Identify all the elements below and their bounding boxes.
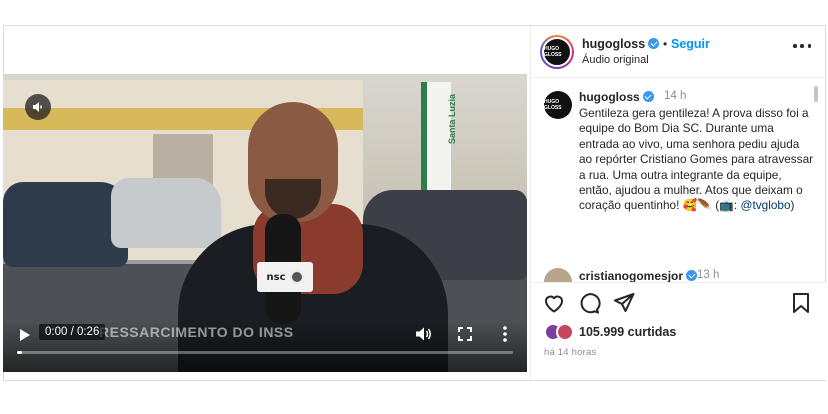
- avatar-logo-text: HUGO GLOSS: [542, 37, 572, 67]
- liker-avatars[interactable]: [544, 323, 576, 341]
- mic-flag: nsc: [257, 262, 313, 292]
- comment-time: 13 h: [697, 269, 720, 281]
- video-car: [3, 182, 128, 267]
- caption-credit-suffix: ): [790, 198, 795, 213]
- volume-muted-icon: [33, 102, 42, 112]
- author-username-text: hugogloss: [582, 37, 646, 51]
- fullscreen-button[interactable]: [457, 326, 473, 342]
- follow-button[interactable]: Seguir: [671, 37, 710, 51]
- liker-avatar: [556, 323, 574, 341]
- globo-logo-icon: [289, 270, 304, 284]
- volume-button[interactable]: [415, 326, 433, 342]
- comments-section[interactable]: HUGO GLOSS hugogloss 14 h Gentileza gera…: [531, 78, 826, 278]
- comment-username[interactable]: cristianogomesjor: [579, 269, 698, 283]
- caption-avatar[interactable]: HUGO GLOSS: [544, 91, 572, 119]
- video-car: [111, 178, 221, 248]
- verified-badge-icon: [642, 91, 654, 102]
- comment-icon[interactable]: [577, 291, 601, 315]
- audio-link[interactable]: Áudio original: [582, 54, 649, 66]
- separator-dot: •: [663, 37, 668, 51]
- likes-count[interactable]: 105.999 curtidas: [579, 325, 676, 339]
- play-button[interactable]: [17, 327, 33, 343]
- share-icon[interactable]: [612, 291, 636, 315]
- video-player[interactable]: Santa Luzia nsc RESSARCIMENTO DO INSS 0:…: [3, 74, 527, 372]
- caption-time: 14 h: [664, 90, 687, 102]
- fullscreen-icon: [458, 327, 472, 341]
- bookmark-icon[interactable]: [789, 291, 813, 315]
- verified-badge-icon: [648, 38, 660, 49]
- post-actions: 105.999 curtidas há 14 horas: [531, 282, 826, 380]
- video-time-display: 0:00 / 0:26: [39, 324, 106, 340]
- caption-body: Gentileza gera gentileza! A prova disso …: [579, 106, 814, 213]
- post-side-panel: HUGO GLOSS hugogloss • Seguir Áudio orig…: [530, 26, 826, 380]
- author-username[interactable]: hugogloss: [582, 37, 660, 51]
- play-icon: [20, 329, 30, 341]
- volume-icon: [416, 327, 431, 341]
- caption-mention-link[interactable]: @tvglobo: [740, 198, 790, 212]
- mute-toggle-button[interactable]: [25, 94, 51, 120]
- mic-flag-text: nsc: [266, 271, 286, 283]
- news-lower-third: RESSARCIMENTO DO INSS: [99, 324, 294, 340]
- more-horizontal-icon[interactable]: [793, 44, 811, 50]
- verified-badge-icon: [686, 270, 698, 281]
- post-timestamp[interactable]: há 14 horas: [544, 347, 596, 358]
- post-header: HUGO GLOSS hugogloss • Seguir Áudio orig…: [531, 26, 826, 78]
- author-avatar[interactable]: HUGO GLOSS: [540, 35, 574, 69]
- more-vertical-icon: [503, 326, 507, 342]
- video-street-sign-text: Santa Luzia: [447, 93, 458, 145]
- caption-credit-prefix: (📺:: [715, 198, 741, 213]
- scrollbar[interactable]: [814, 86, 818, 102]
- video-progress-bar[interactable]: [17, 351, 513, 354]
- heart-icon[interactable]: [542, 291, 566, 315]
- comment-username-text: cristianogomesjor: [579, 269, 684, 283]
- caption-text: Gentileza gera gentileza! A prova disso …: [579, 106, 815, 214]
- caption-username-text: hugogloss: [579, 90, 640, 104]
- caption-username[interactable]: hugogloss: [579, 90, 654, 104]
- video-progress-fill: [17, 351, 22, 354]
- video-options-button[interactable]: [501, 325, 509, 343]
